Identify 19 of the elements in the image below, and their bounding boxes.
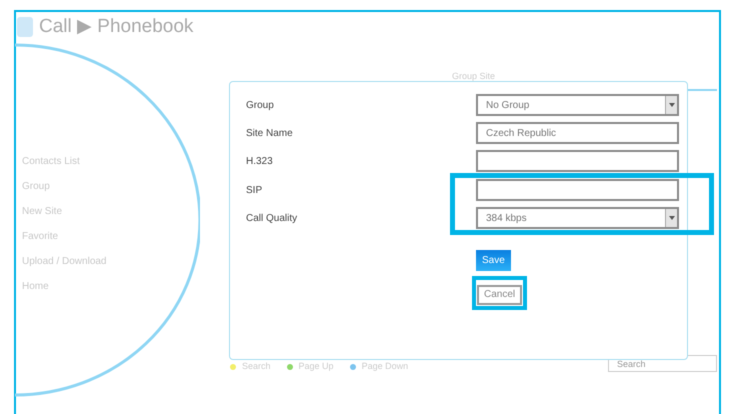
- cancel-button[interactable]: Cancel: [477, 284, 522, 304]
- save-button[interactable]: Save: [476, 250, 511, 271]
- select-field[interactable]: 384 kbps: [476, 207, 679, 229]
- select-field[interactable]: No Group: [476, 94, 679, 116]
- text-field[interactable]: [476, 150, 679, 172]
- dropdown-caret-icon: [665, 96, 677, 114]
- app-icon: [17, 17, 33, 38]
- page-title: Call ▶ Phonebook: [39, 15, 194, 39]
- select-value: 384 kbps: [486, 212, 527, 226]
- field-label: H.323: [246, 154, 274, 168]
- text-field[interactable]: Czech Republic: [476, 122, 679, 144]
- text-field[interactable]: [476, 179, 679, 201]
- tab-underline: [686, 89, 717, 91]
- dropdown-caret-icon: [665, 209, 677, 227]
- select-value: No Group: [486, 98, 530, 112]
- field-label: Call Quality: [246, 212, 298, 226]
- field-label: Group: [246, 98, 275, 112]
- field-label: SIP: [246, 184, 262, 198]
- field-label: Site Name: [246, 126, 294, 140]
